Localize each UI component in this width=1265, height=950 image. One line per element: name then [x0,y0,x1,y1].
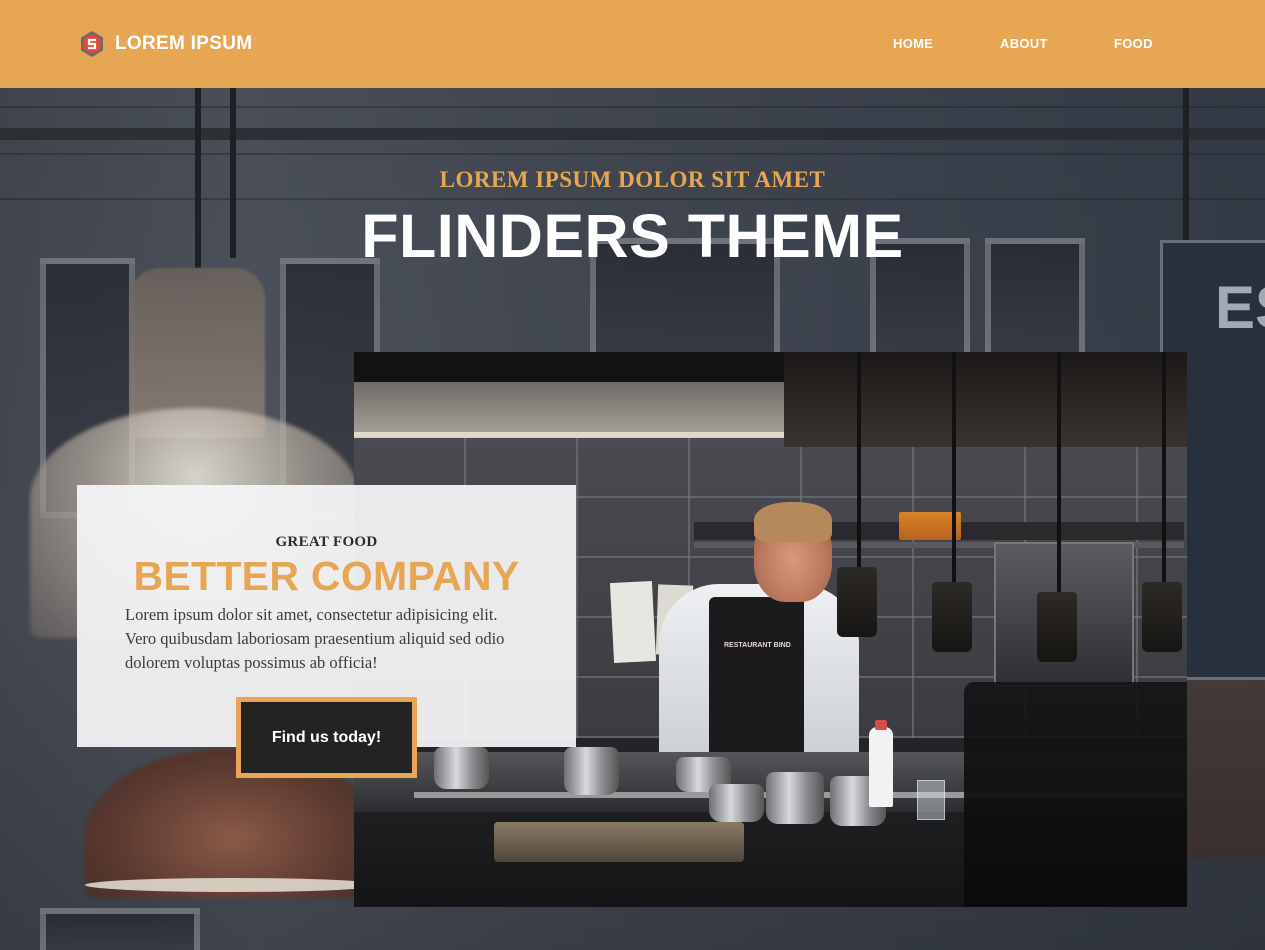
pendant-lamp [837,567,877,637]
main-nav: HOME ABOUT FOOD [0,36,1265,54]
feature-body: Lorem ipsum dolor sit amet, consectetur … [125,605,505,672]
brick-line [0,198,1265,200]
pendant-lamp-rim [85,878,380,892]
hood-right [784,352,1187,447]
sign-text: ES [1215,274,1265,341]
stock-pot [564,747,619,795]
baking-tray [494,822,744,862]
pendant-lamp [1037,592,1077,662]
water-glass [917,780,945,820]
site-header: LOREM IPSUM HOME ABOUT FOOD [0,0,1265,88]
nav-about[interactable]: ABOUT [1000,36,1048,51]
foreground-shadow [964,682,1187,907]
order-ticket [609,580,657,664]
stock-pot [434,747,489,789]
stock-pot [709,784,764,822]
pendant-lamp [932,582,972,652]
chef-hair [754,502,832,542]
lamp-cord [857,352,861,567]
squeeze-bottle [869,727,893,807]
feature-title: BETTER COMPANY [133,553,520,599]
nav-home[interactable]: HOME [893,36,933,51]
window-pane [40,908,200,950]
lamp-cord [1057,352,1061,592]
brick-line [0,106,1265,108]
nav-food[interactable]: FOOD [1114,36,1153,51]
feature-eyebrow: GREAT FOOD [275,534,378,550]
apron-text: RESTAURANT BIND [724,642,791,649]
squeeze-bottle-cap [875,720,887,730]
brick-line [0,153,1265,155]
pendant-lamp [1142,582,1182,652]
lamp-cord [952,352,956,582]
hero-title: FLINDERS THEME [361,202,904,270]
ceiling-rail [0,128,1265,140]
lamp-cord [1162,352,1166,582]
hero-kicker: LOREM IPSUM DOLOR SIT AMET [439,167,826,192]
find-us-button[interactable]: Find us today! [236,697,417,778]
stock-pot [766,772,824,824]
